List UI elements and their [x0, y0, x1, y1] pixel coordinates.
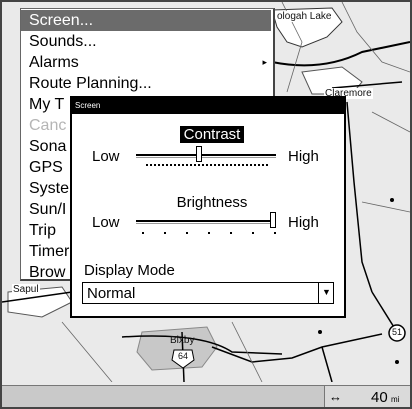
tick-mark — [210, 164, 212, 166]
tick-mark — [250, 164, 252, 166]
tick-mark — [162, 164, 164, 166]
status-bar: ↔ 40 mi — [2, 385, 410, 407]
menu-item-label: Trip — [29, 222, 56, 239]
contrast-slider-track[interactable] — [136, 154, 276, 158]
display-mode-select[interactable]: Normal ▼ — [82, 282, 334, 304]
dropdown-button[interactable]: ▼ — [318, 283, 333, 303]
map-point — [395, 360, 399, 364]
tick-mark — [230, 232, 232, 234]
tick-mark — [246, 164, 248, 166]
menu-item-label: Syste — [29, 180, 70, 197]
menu-item-label: Route Planning... — [29, 75, 152, 92]
tick-mark — [208, 232, 210, 234]
tick-mark — [206, 164, 208, 166]
tick-mark — [252, 232, 254, 234]
tick-mark — [238, 164, 240, 166]
tick-mark — [150, 164, 152, 166]
menu-item-label: Sun/I — [29, 201, 67, 218]
boundary-line — [361, 201, 410, 213]
tick-mark — [274, 232, 276, 234]
contrast-label-text: Contrast — [179, 126, 245, 143]
tick-mark — [266, 164, 268, 166]
tick-mark — [202, 164, 204, 166]
tick-mark — [226, 164, 228, 166]
tick-mark — [166, 164, 168, 166]
menu-item-label: Canc — [29, 117, 67, 134]
device-screen: ologah Lake Claremore Sapul Bixby 64 51 … — [0, 0, 412, 409]
brightness-label: Brightness — [176, 194, 248, 211]
tick-mark — [194, 164, 196, 166]
road — [211, 333, 383, 363]
menu-item-label: Timer — [29, 243, 70, 260]
display-mode-value: Normal — [87, 285, 136, 302]
tick-mark — [182, 164, 184, 166]
menu-item-sounds[interactable]: Sounds... — [21, 31, 271, 52]
tick-mark — [198, 164, 200, 166]
shield-label-64: 64 — [178, 351, 189, 361]
screen-dialog: Screen Contrast Low High Brightness Low … — [70, 96, 346, 318]
contrast-high-label: High — [288, 148, 319, 165]
tick-mark — [186, 164, 188, 166]
scale-value: 40 — [371, 389, 388, 406]
chevron-down-icon: ▼ — [322, 287, 331, 297]
scale-unit: mi — [391, 395, 400, 404]
road — [346, 101, 373, 293]
contrast-low-label: Low — [92, 148, 120, 165]
boundary-line — [371, 111, 410, 133]
tick-mark — [262, 164, 264, 166]
menu-item-label: Sona — [29, 138, 67, 155]
tick-mark — [214, 164, 216, 166]
tick-mark — [254, 164, 256, 166]
tick-mark — [230, 164, 232, 166]
boundary-line — [61, 321, 113, 382]
tick-mark — [186, 232, 188, 234]
tick-mark — [158, 164, 160, 166]
menu-item-label: GPS — [29, 159, 63, 176]
shield-label-51: 51 — [392, 327, 403, 337]
display-mode-label: Display Mode — [84, 262, 175, 279]
contrast-label: Contrast — [152, 126, 272, 143]
tick-mark — [174, 164, 176, 166]
brightness-tick-marks — [142, 232, 276, 234]
tick-mark — [234, 164, 236, 166]
map-label-bottom: Bixby — [170, 335, 195, 346]
brightness-slider-thumb[interactable] — [270, 212, 276, 228]
menu-item-label: Brow — [29, 264, 66, 281]
tick-mark — [218, 164, 220, 166]
road — [321, 346, 333, 382]
tick-mark — [164, 232, 166, 234]
tick-mark — [222, 164, 224, 166]
dialog-titlebar: Screen — [72, 98, 344, 114]
map-label-top: ologah Lake — [276, 11, 333, 22]
dialog-title: Screen — [75, 101, 101, 110]
menu-item-screen[interactable]: Screen... — [21, 10, 271, 31]
map-point — [390, 198, 394, 202]
tick-mark — [142, 232, 144, 234]
brightness-high-label: High — [288, 214, 319, 231]
tick-mark — [190, 164, 192, 166]
menu-item-label: My T — [29, 96, 65, 113]
submenu-arrow-icon: ▸ — [262, 57, 267, 67]
brightness-slider-track[interactable] — [136, 220, 276, 224]
map-point — [318, 330, 322, 334]
scale-arrow-icon: ↔ — [329, 389, 342, 404]
menu-item-label: Screen... — [29, 12, 94, 29]
contrast-slider-thumb[interactable] — [196, 146, 203, 162]
menu-item-label: Alarms — [29, 54, 79, 71]
menu-item-route-planning[interactable]: Route Planning... — [21, 73, 271, 94]
tick-mark — [154, 164, 156, 166]
tick-mark — [242, 164, 244, 166]
map-label-left: Sapul — [12, 284, 40, 295]
tick-mark — [258, 164, 260, 166]
menu-item-alarms[interactable]: Alarms ▸ — [21, 52, 271, 73]
brightness-low-label: Low — [92, 214, 120, 231]
tick-mark — [178, 164, 180, 166]
tick-mark — [146, 164, 148, 166]
road — [271, 41, 410, 67]
tick-mark — [170, 164, 172, 166]
map-scale: ↔ 40 mi — [324, 386, 410, 407]
menu-item-label: Sounds... — [29, 33, 97, 50]
contrast-tick-marks — [146, 164, 268, 166]
boundary-line — [341, 2, 410, 73]
